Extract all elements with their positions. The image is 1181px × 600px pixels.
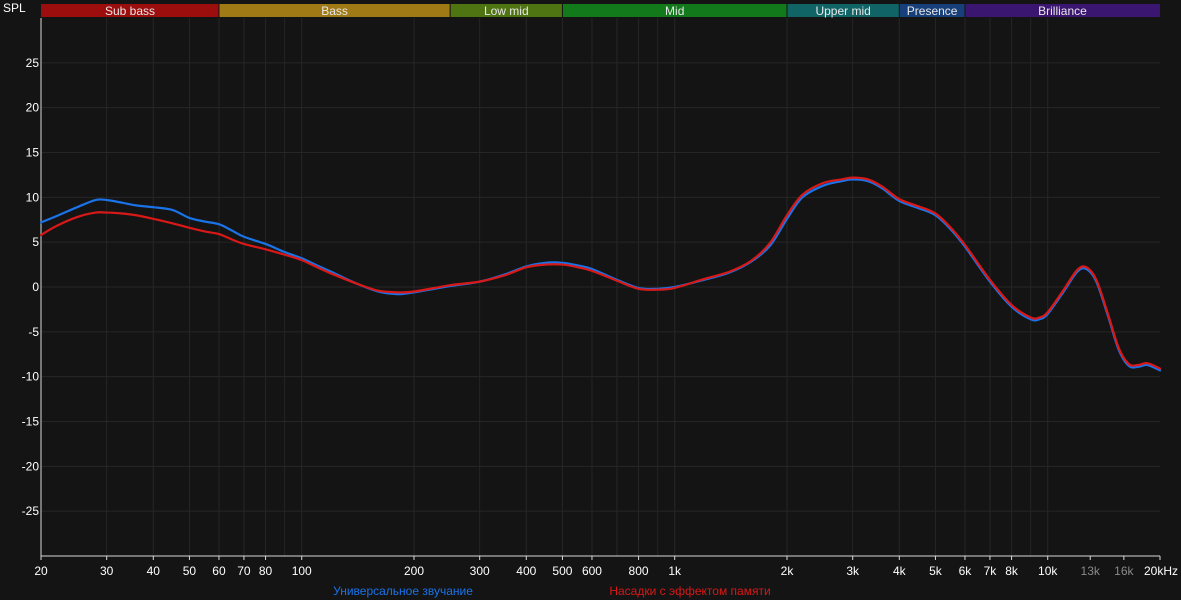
x-tick-label: 8k <box>1005 564 1019 578</box>
x-tick-label: 80 <box>259 564 273 578</box>
x-tick-label: 1k <box>668 564 682 578</box>
y-tick-label: 5 <box>32 235 39 249</box>
x-tick-label: 10k <box>1038 564 1058 578</box>
x-tick-label: 5k <box>929 564 943 578</box>
band-label: Presence <box>907 4 958 18</box>
x-tick-label: 400 <box>516 564 536 578</box>
x-tick-label: 13k <box>1081 564 1101 578</box>
y-tick-label: -25 <box>22 504 40 518</box>
x-tick-label: 2k <box>781 564 795 578</box>
band-label: Brilliance <box>1038 4 1087 18</box>
x-tick-label: 70 <box>237 564 251 578</box>
x-tick-label: 600 <box>582 564 602 578</box>
x-tick-label: 6k <box>959 564 973 578</box>
x-tick-label: 20kHz <box>1144 564 1178 578</box>
y-tick-label: 25 <box>26 56 40 70</box>
x-tick-label: 500 <box>552 564 572 578</box>
x-tick-label: 30 <box>100 564 114 578</box>
x-tick-label: 16k <box>1114 564 1134 578</box>
band-label: Sub bass <box>105 4 155 18</box>
x-tick-label: 3k <box>846 564 860 578</box>
x-tick-label: 20 <box>34 564 48 578</box>
x-tick-label: 200 <box>404 564 424 578</box>
y-tick-label: -10 <box>22 370 40 384</box>
band-label: Bass <box>321 4 348 18</box>
y-tick-label: 15 <box>26 146 40 160</box>
frequency-response-chart: Sub bass Bass Low mid Mid Upper mid Presence B… <box>0 0 1181 600</box>
x-tick-label: 40 <box>147 564 161 578</box>
x-tick-label: 60 <box>212 564 226 578</box>
y-tick-label: -15 <box>22 415 40 429</box>
x-tick-label: 300 <box>470 564 490 578</box>
band-label: Low mid <box>484 4 529 18</box>
band-label: Upper mid <box>815 4 870 18</box>
frequency-band-header: Sub bass Bass Low mid Mid Upper mid Presence B… <box>41 4 1160 18</box>
band-label: Mid <box>665 4 684 18</box>
x-tick-label: 4k <box>893 564 907 578</box>
y-tick-label: -5 <box>28 325 39 339</box>
x-tick-label: 7k <box>984 564 998 578</box>
y-tick-label: -20 <box>22 459 40 473</box>
x-tick-label: 50 <box>183 564 197 578</box>
legend-item-2: Насадки с эффектом памяти <box>609 584 770 598</box>
legend-item-1: Универсальное звучание <box>333 584 473 598</box>
y-tick-label: 20 <box>26 101 40 115</box>
y-tick-label: 0 <box>32 280 39 294</box>
y-axis-label: SPL <box>3 1 26 15</box>
x-tick-label: 100 <box>292 564 312 578</box>
y-tick-label: 10 <box>26 190 40 204</box>
x-tick-label: 800 <box>629 564 649 578</box>
